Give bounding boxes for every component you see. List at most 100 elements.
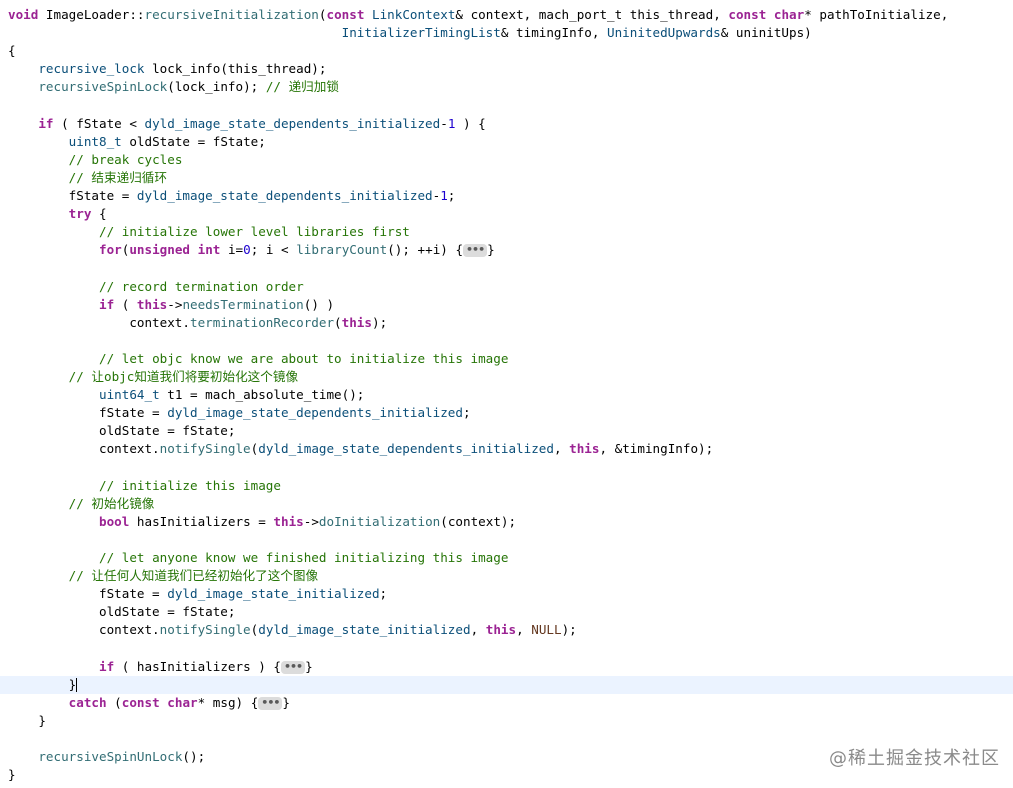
function-token: doInitialization [318, 513, 441, 529]
watermark: @稀土掘金技术社区 [829, 748, 1000, 769]
code-line[interactable]: recursiveSpinLock(lock_info); // 递归加锁 [0, 78, 1013, 96]
code-line[interactable]: oldState = fState; [0, 422, 1013, 440]
code-line[interactable]: if ( this->needsTermination() ) [0, 296, 1013, 314]
type-token: dyld_image_state_dependents_initialized [258, 441, 554, 457]
comment-token: // initialize lower level libraries firs… [99, 224, 410, 240]
keyword-token: bool [99, 513, 130, 529]
code-token: ); [561, 622, 577, 638]
code-line[interactable]: context.notifySingle(dyld_image_state_in… [0, 621, 1013, 639]
code-line[interactable]: // 结束递归循环 [0, 169, 1013, 187]
code-line[interactable]: context.terminationRecorder(this); [0, 314, 1013, 332]
code-line[interactable]: fState = dyld_image_state_initialized; [0, 585, 1013, 603]
code-line[interactable]: fState = dyld_image_state_dependents_ini… [0, 404, 1013, 422]
comment-token: // 结束递归循环 [68, 169, 167, 185]
code-token: ; i < [250, 242, 297, 258]
code-line[interactable]: // 让objc知道我们将要初始化这个镜像 [0, 368, 1013, 386]
code-token: ; [462, 405, 471, 421]
code-token: ) { [455, 115, 486, 131]
code-line[interactable]: // let objc know we are about to initial… [0, 350, 1013, 368]
function-token: recursiveSpinUnLock [38, 749, 183, 765]
function-token: libraryCount [296, 242, 388, 258]
code-token: { [8, 43, 16, 59]
function-token: recursiveInitialization [144, 7, 319, 22]
comment-token: // 让任何人知道我们已经初始化了这个图像 [68, 568, 319, 584]
keyword-token: for [99, 242, 122, 258]
code-token: } [305, 658, 313, 674]
code-token: -> [303, 513, 319, 529]
code-line[interactable]: catch (const char* msg) {•••} [0, 694, 1013, 712]
code-line[interactable]: { [0, 42, 1013, 60]
function-token: notifySingle [159, 622, 251, 638]
code-token: { [91, 206, 107, 222]
keyword-token: try [68, 206, 92, 222]
code-line[interactable]: recursive_lock lock_info(this_thread); [0, 60, 1013, 78]
function-token: needsTermination [182, 296, 304, 312]
folded-code-button[interactable]: ••• [258, 696, 283, 710]
code-line[interactable] [0, 259, 1013, 277]
code-line[interactable]: uint8_t oldState = fState; [0, 133, 1013, 151]
code-line[interactable] [0, 640, 1013, 658]
code-line[interactable]: // 初始化镜像 [0, 495, 1013, 513]
folded-code-button[interactable]: ••• [280, 660, 306, 674]
code-token: fState = [8, 586, 168, 602]
comment-token: // 初始化镜像 [68, 495, 155, 511]
code-line[interactable] [0, 97, 1013, 115]
code-line[interactable]: bool hasInitializers = this->doInitializ… [0, 513, 1013, 531]
code-line[interactable] [0, 459, 1013, 477]
code-line[interactable]: try { [0, 205, 1013, 223]
keyword-token: const [121, 694, 160, 710]
code-token: ; [447, 188, 456, 203]
type-token: LinkContext [372, 7, 456, 22]
code-line[interactable]: // record termination order [0, 278, 1013, 296]
code-token: ImageLoader:: [38, 7, 145, 22]
code-token: } [8, 767, 16, 783]
code-token: ( [334, 314, 342, 330]
code-line[interactable]: // 让任何人知道我们已经初始化了这个图像 [0, 567, 1013, 585]
code-token: , [470, 622, 486, 638]
code-token: } [282, 694, 290, 710]
code-token: hasInitializers = [129, 513, 274, 529]
code-line[interactable]: void ImageLoader::recursiveInitializatio… [0, 6, 1013, 24]
code-line[interactable]: // initialize this image [0, 477, 1013, 495]
code-line[interactable]: InitializerTimingList& timingInfo, Unini… [0, 24, 1013, 42]
code-line[interactable]: if ( hasInitializers ) {•••} [0, 658, 1013, 676]
code-line[interactable]: context.notifySingle(dyld_image_state_de… [0, 440, 1013, 458]
keyword-token: char [167, 694, 198, 710]
code-editor[interactable]: void ImageLoader::recursiveInitializatio… [0, 0, 1013, 788]
type-token: uint8_t [68, 133, 122, 149]
code-line[interactable] [0, 531, 1013, 549]
code-line[interactable]: // initialize lower level libraries firs… [0, 223, 1013, 241]
keyword-token: const [728, 7, 767, 22]
code-token: & context, mach_port_t this_thread, [455, 7, 729, 22]
code-line[interactable]: if ( fState < dyld_image_state_dependent… [0, 115, 1013, 133]
code-line[interactable]: } [0, 712, 1013, 730]
code-line[interactable]: for(unsigned int i=0; i < libraryCount()… [0, 241, 1013, 259]
code-line[interactable]: fState = dyld_image_state_dependents_ini… [0, 187, 1013, 205]
code-token: ); [371, 314, 388, 330]
keyword-token: if [38, 115, 54, 131]
code-token: oldState = fState; [8, 423, 236, 439]
code-token: ( [106, 694, 122, 710]
function-token: notifySingle [159, 441, 251, 457]
folded-code-button[interactable]: ••• [463, 244, 488, 258]
code-line[interactable]: // let anyone know we finished initializ… [0, 549, 1013, 567]
code-line[interactable]: uint64_t t1 = mach_absolute_time(); [0, 386, 1013, 404]
code-line[interactable]: // break cycles [0, 151, 1013, 169]
code-token: - [440, 115, 448, 131]
keyword-token: this [341, 314, 372, 330]
code-line[interactable] [0, 332, 1013, 350]
code-line[interactable]: oldState = fState; [0, 603, 1013, 621]
code-line[interactable]: } [0, 675, 1013, 694]
code-token: * msg) { [197, 694, 259, 710]
